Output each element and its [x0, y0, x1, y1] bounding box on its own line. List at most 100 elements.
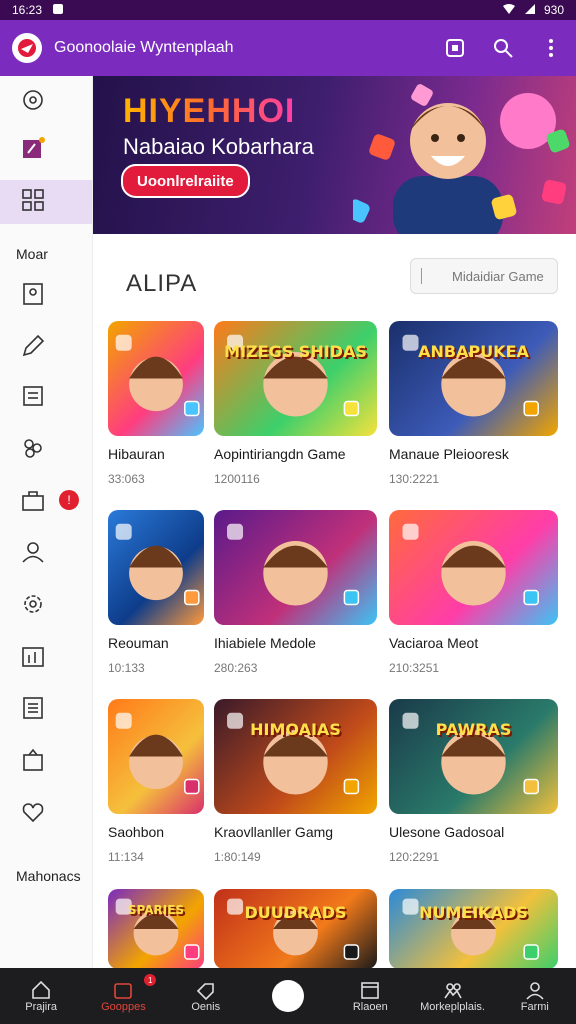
- game-card[interactable]: ANBAPUKEA Manaue Pleiooresk 130:2221: [389, 321, 558, 486]
- list-icon: [20, 695, 46, 726]
- nav-games[interactable]: Gooppes 1: [82, 968, 164, 1024]
- nav-profile-label: Farmi: [520, 1001, 549, 1013]
- game-thumbnail-title: HIMOAIAS: [250, 720, 341, 739]
- game-thumbnail[interactable]: [214, 510, 377, 625]
- game-card[interactable]: NUMEIKADS: [389, 889, 558, 969]
- bottom-navigation: Prajira Gooppes 1 Oenis Rlaoen Morkeplpl…: [0, 968, 576, 1024]
- sidebar-item-list[interactable]: [0, 688, 92, 732]
- game-title[interactable]: Kraovllanller Gamg: [214, 824, 333, 840]
- sidebar-item-account[interactable]: [0, 532, 92, 576]
- grid-icon: [20, 187, 46, 218]
- sidebar-alert-badge: !: [59, 490, 79, 510]
- sidebar-section-label: Moar: [16, 246, 48, 262]
- game-card[interactable]: PAWRAS Ulesone Gadosoal 120:2291: [389, 699, 558, 864]
- game-stats: 130:2221: [389, 472, 440, 486]
- game-title[interactable]: Reouman: [108, 635, 169, 651]
- game-title[interactable]: Vaciaroa Meot: [389, 635, 478, 651]
- battery-level: 930: [543, 3, 564, 17]
- notification-icon: [52, 3, 64, 18]
- game-title[interactable]: Hibauran: [108, 446, 165, 462]
- game-thumbnail[interactable]: PAWRAS: [389, 699, 558, 814]
- sidebar-item-profile-card[interactable]: [0, 274, 92, 318]
- nav-marketplace[interactable]: Morkeplplais.: [411, 968, 493, 1024]
- user-icon: [20, 539, 46, 570]
- game-thumbnail[interactable]: [108, 699, 204, 814]
- game-stats: 33:063: [108, 472, 145, 486]
- more-vertical-icon[interactable]: [538, 35, 564, 61]
- game-thumbnail[interactable]: NUMEIKADS: [389, 889, 558, 969]
- game-thumbnail[interactable]: MIZEGS SHIDAS: [214, 321, 377, 436]
- app-bar: Goonoolaie Wyntenplaah: [0, 20, 576, 76]
- nav-profile[interactable]: Farmi: [494, 968, 576, 1024]
- game-stats: 280:263: [214, 661, 258, 675]
- game-card[interactable]: MIZEGS SHIDAS Aopintiriangdn Game 1200116: [214, 321, 377, 486]
- game-title[interactable]: Saohbon: [108, 824, 164, 840]
- game-thumbnail[interactable]: [389, 510, 558, 625]
- game-card[interactable]: Saohbon 11:134: [108, 699, 204, 864]
- sidebar-item-favorites[interactable]: [0, 792, 92, 836]
- status-bar: 16:23 930: [0, 0, 576, 20]
- sidebar-item-library[interactable]: [0, 128, 92, 172]
- gear-icon: [20, 591, 46, 622]
- sidebar-item-grid[interactable]: [0, 180, 92, 224]
- game-thumbnail[interactable]: ANBAPUKEA: [389, 321, 558, 436]
- chart-icon: [20, 643, 46, 674]
- sidebar-item-edit[interactable]: [0, 326, 92, 370]
- group-icon: [20, 435, 46, 466]
- nav-center[interactable]: [247, 968, 329, 1024]
- game-card[interactable]: SPARIES: [108, 889, 204, 969]
- center-action-icon: [271, 980, 304, 1012]
- nav-games-label: Gooppes: [101, 1001, 146, 1013]
- sidebar-item-notes[interactable]: [0, 376, 92, 420]
- nav-games-badge: 1: [144, 974, 157, 986]
- game-card[interactable]: Vaciaroa Meot 210:3251: [389, 510, 558, 675]
- game-thumbnail[interactable]: SPARIES: [108, 889, 204, 969]
- game-thumbnail-title: MIZEGS SHIDAS: [224, 342, 367, 361]
- game-card[interactable]: Hibauran 33:063: [108, 321, 204, 486]
- text-cursor: [421, 268, 422, 284]
- game-search-input[interactable]: Midaidiar Game: [410, 258, 558, 294]
- game-thumbnail[interactable]: DUUDRADS: [214, 889, 377, 969]
- document-icon: [20, 383, 46, 414]
- game-card[interactable]: Ihiabiele Medole 280:263: [214, 510, 377, 675]
- game-stats: 1200116: [214, 472, 260, 486]
- nav-home-label: Prajira: [25, 1001, 58, 1013]
- game-card[interactable]: Reouman 10:133: [108, 510, 204, 675]
- game-title[interactable]: Ulesone Gadosoal: [389, 824, 504, 840]
- nav-deals[interactable]: Oenis: [165, 968, 247, 1024]
- qr-scan-icon[interactable]: [442, 35, 468, 61]
- pencil-icon: [20, 333, 46, 364]
- game-thumbnail[interactable]: [108, 510, 204, 625]
- game-title[interactable]: Aopintiriangdn Game: [214, 446, 346, 462]
- nav-home[interactable]: Prajira: [0, 968, 82, 1024]
- nav-library[interactable]: Rlaoen: [329, 968, 411, 1024]
- sidebar-item-home[interactable]: [0, 80, 92, 124]
- game-card[interactable]: DUUDRADS: [214, 889, 377, 969]
- game-card[interactable]: HIMOAIAS Kraovllanller Gamg 1:80:149: [214, 699, 377, 864]
- folder-icon: [114, 983, 133, 999]
- game-title[interactable]: Manaue Pleiooresk: [389, 446, 509, 462]
- game-title[interactable]: Ihiabiele Medole: [214, 635, 316, 651]
- sidebar-item-friends[interactable]: [0, 428, 92, 472]
- game-thumbnail[interactable]: [108, 321, 204, 436]
- section-title: ALIPA: [126, 270, 198, 297]
- banner-headline: HIYEHHOI: [123, 92, 296, 130]
- game-thumbnail-title: NUMEIKADS: [419, 903, 528, 922]
- gift-icon: [20, 747, 46, 778]
- home-icon: [32, 980, 50, 999]
- sidebar-item-settings[interactable]: [0, 584, 92, 628]
- calendar-icon: [361, 982, 380, 999]
- search-icon[interactable]: [490, 35, 516, 61]
- game-stats: 210:3251: [389, 661, 440, 675]
- flower-icon: [20, 87, 46, 118]
- hero-banner[interactable]: HIYEHHOI Nabaiao Kobarhara Uoonlrelraiit…: [93, 76, 576, 234]
- bag-icon: [20, 487, 46, 518]
- sidebar-item-stats[interactable]: [0, 636, 92, 680]
- sidebar-item-gifts[interactable]: [0, 740, 92, 784]
- game-thumbnail[interactable]: HIMOAIAS: [214, 699, 377, 814]
- banner-cta-button[interactable]: Uoonlrelraiite: [121, 164, 250, 198]
- app-logo-icon[interactable]: [12, 33, 42, 63]
- id-card-icon: [20, 281, 46, 312]
- nav-library-label: Rlaoen: [352, 1001, 388, 1013]
- game-stats: 120:2291: [389, 850, 440, 864]
